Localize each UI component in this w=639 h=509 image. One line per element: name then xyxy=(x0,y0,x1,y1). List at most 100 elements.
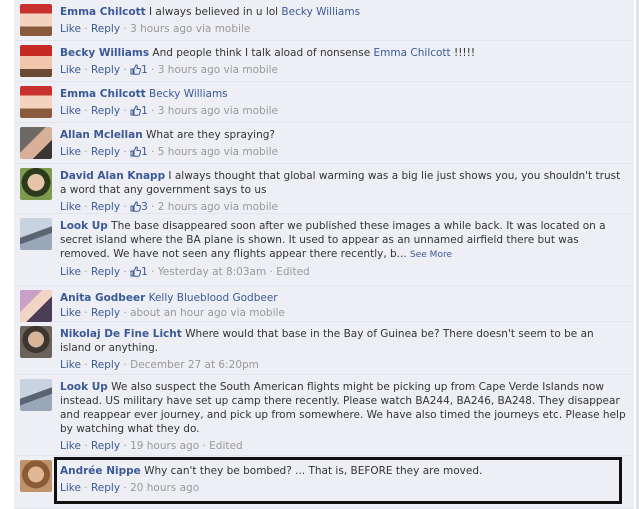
reply-link[interactable]: Reply xyxy=(91,201,120,213)
comment: Look Up The base disappeared soon after … xyxy=(14,214,634,286)
avatar[interactable] xyxy=(20,168,52,200)
separator: · xyxy=(120,307,131,319)
separator: · xyxy=(120,440,131,452)
thumbs-up-icon[interactable] xyxy=(130,266,142,277)
like-link[interactable]: Like xyxy=(60,64,81,76)
reply-link[interactable]: Reply xyxy=(91,146,120,158)
comment-author[interactable]: Nikolaj De Fine Licht xyxy=(60,328,182,340)
edited-label[interactable]: Edited xyxy=(209,440,242,452)
avatar[interactable] xyxy=(20,460,52,492)
edited-label[interactable]: Edited xyxy=(276,266,309,278)
comment-text: The base disappeared soon after we publi… xyxy=(60,220,606,260)
avatar[interactable] xyxy=(20,379,52,411)
avatar[interactable] xyxy=(20,4,52,36)
reply-link[interactable]: Reply xyxy=(91,105,120,117)
comment: Allan Mclellan What are they spraying? L… xyxy=(14,123,634,164)
comment-mention[interactable]: Becky Williams xyxy=(281,6,360,18)
timestamp[interactable]: 2 hours ago via mobile xyxy=(158,201,278,213)
like-count[interactable]: 1 xyxy=(141,64,148,76)
reply-link[interactable]: Reply xyxy=(91,23,120,35)
like-link[interactable]: Like xyxy=(60,359,81,371)
timestamp[interactable]: 5 hours ago via mobile xyxy=(158,146,278,158)
separator: · xyxy=(80,440,91,452)
reply-link[interactable]: Reply xyxy=(91,307,120,319)
comment-meta: Like · Reply · 19 hours ago · Edited xyxy=(60,439,628,453)
separator: · xyxy=(147,64,158,76)
timestamp[interactable]: Yesterday at 8:03am xyxy=(158,266,266,278)
separator: · xyxy=(120,266,131,278)
timestamp[interactable]: December 27 at 6:20pm xyxy=(130,359,259,371)
comment-meta: Like · Reply · December 27 at 6:20pm xyxy=(60,358,628,372)
thumbs-up-icon[interactable] xyxy=(130,105,142,116)
comment-author[interactable]: Allan Mclellan xyxy=(60,129,143,141)
like-link[interactable]: Like xyxy=(60,23,81,35)
separator: · xyxy=(120,105,131,117)
comment: Nikolaj De Fine Licht Where would that b… xyxy=(14,322,634,375)
avatar[interactable] xyxy=(20,45,52,77)
like-count[interactable]: 1 xyxy=(141,105,148,117)
separator: · xyxy=(120,359,131,371)
comment-author[interactable]: Becky Williams xyxy=(60,47,149,59)
separator: · xyxy=(80,105,91,117)
thumbs-up-icon[interactable] xyxy=(130,64,142,75)
reply-link[interactable]: Reply xyxy=(91,64,120,76)
like-count[interactable]: 1 xyxy=(141,266,148,278)
comment-meta: Like · Reply · 1 · 3 hours ago via mobil… xyxy=(60,63,628,77)
comment-author[interactable]: Anita Godbeer xyxy=(60,292,145,304)
comment: Becky Williams And people think I talk a… xyxy=(14,41,634,82)
avatar[interactable] xyxy=(20,86,52,118)
comment-meta: Like · Reply · 1 · Yesterday at 8:03am ·… xyxy=(60,265,628,279)
thumbs-up-icon[interactable] xyxy=(130,201,142,212)
comment-mention[interactable]: Kelly Blueblood Godbeer xyxy=(149,292,278,304)
avatar[interactable] xyxy=(20,290,52,322)
avatar[interactable] xyxy=(20,218,52,250)
like-link[interactable]: Like xyxy=(60,201,81,213)
like-count[interactable]: 1 xyxy=(141,146,148,158)
separator: · xyxy=(147,201,158,213)
separator: · xyxy=(147,105,158,117)
timestamp[interactable]: 3 hours ago via mobile xyxy=(158,64,278,76)
separator: · xyxy=(80,23,91,35)
reply-link[interactable]: Reply xyxy=(91,359,120,371)
comment: Anita Godbeer Kelly Blueblood Godbeer Li… xyxy=(14,286,634,322)
comment-author[interactable]: David Alan Knapp xyxy=(60,170,165,182)
comment-author[interactable]: Emma Chilcott xyxy=(60,88,146,100)
comment-author[interactable]: Look Up xyxy=(60,220,108,232)
like-count[interactable]: 3 xyxy=(141,201,148,213)
separator: · xyxy=(80,201,91,213)
comment-text: I always believed in u lol xyxy=(145,6,282,18)
like-link[interactable]: Like xyxy=(60,440,81,452)
comment-text: And people think I talk aload of nonsens… xyxy=(149,47,374,59)
timestamp[interactable]: 3 hours ago via mobile xyxy=(130,23,250,35)
reply-link[interactable]: Reply xyxy=(91,266,120,278)
reply-link[interactable]: Reply xyxy=(91,440,120,452)
timestamp[interactable]: about an hour ago via mobile xyxy=(130,307,285,319)
see-more-link[interactable]: See More xyxy=(410,250,452,260)
separator: · xyxy=(147,146,158,158)
comment-meta: Like · Reply · 1 · 3 hours ago via mobil… xyxy=(60,104,628,118)
avatar[interactable] xyxy=(20,127,52,159)
comment-meta: Like · Reply · 3 · 2 hours ago via mobil… xyxy=(60,200,628,214)
like-link[interactable]: Like xyxy=(60,105,81,117)
highlight-box xyxy=(54,457,622,504)
separator: · xyxy=(80,307,91,319)
timestamp[interactable]: 3 hours ago via mobile xyxy=(158,105,278,117)
comment-mention[interactable]: Emma Chilcott xyxy=(374,47,451,59)
avatar[interactable] xyxy=(20,326,52,358)
comment-meta: Like · Reply · about an hour ago via mob… xyxy=(60,306,628,320)
comment: Emma Chilcott I always believed in u lol… xyxy=(14,0,634,41)
separator: · xyxy=(80,146,91,158)
like-link[interactable]: Like xyxy=(60,146,81,158)
like-link[interactable]: Like xyxy=(60,307,81,319)
separator: · xyxy=(80,64,91,76)
separator: · xyxy=(80,359,91,371)
comment-mention[interactable]: Becky Williams xyxy=(149,88,228,100)
separator: · xyxy=(120,64,131,76)
comment-author[interactable]: Emma Chilcott xyxy=(60,6,146,18)
comment-author[interactable]: Look Up xyxy=(60,381,108,393)
thumbs-up-icon[interactable] xyxy=(130,146,142,157)
comment-meta: Like · Reply · 3 hours ago via mobile xyxy=(60,22,628,36)
like-link[interactable]: Like xyxy=(60,266,81,278)
comment-text: What are they spraying? xyxy=(142,129,275,141)
timestamp[interactable]: 19 hours ago xyxy=(130,440,199,452)
